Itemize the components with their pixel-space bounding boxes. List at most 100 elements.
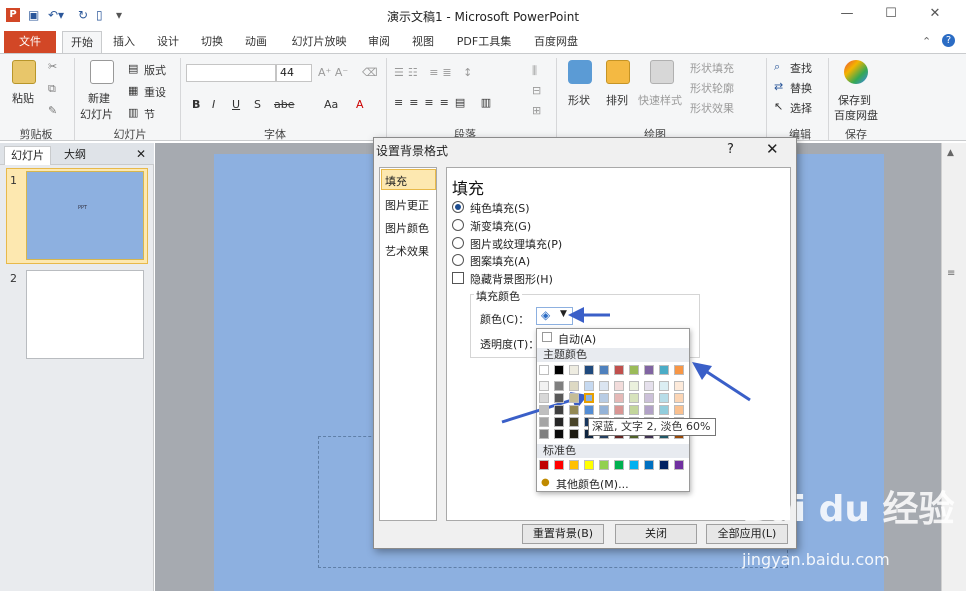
theme-color-swatch[interactable]: [659, 365, 669, 375]
theme-shade-swatch[interactable]: [659, 405, 669, 415]
close-pane-icon[interactable]: ✕: [136, 147, 146, 161]
theme-shade-swatch[interactable]: [569, 381, 579, 391]
list-icons[interactable]: ☰☷ ≡≣ ↕: [394, 66, 476, 79]
select-icon[interactable]: ↖: [774, 100, 783, 113]
theme-shade-swatch[interactable]: [584, 405, 594, 415]
arrange-icon[interactable]: [606, 60, 630, 84]
minimize-button[interactable]: —: [832, 6, 862, 26]
automatic-color-swatch[interactable]: [542, 332, 552, 342]
slide-thumbnail-1[interactable]: [26, 171, 144, 260]
tab-pdf-tools[interactable]: PDF工具集: [450, 31, 518, 53]
theme-shade-swatch[interactable]: [539, 405, 549, 415]
paste-icon[interactable]: [12, 60, 36, 84]
tab-review[interactable]: 审阅: [362, 31, 396, 53]
tab-file[interactable]: 文件: [4, 31, 56, 53]
solid-fill-radio[interactable]: [452, 201, 464, 213]
gradient-fill-label[interactable]: 渐变填充(G): [470, 218, 531, 234]
theme-shade-swatch[interactable]: [644, 393, 654, 403]
collapse-ribbon-icon[interactable]: ⌃: [922, 35, 931, 48]
arrange-button[interactable]: 排列: [606, 92, 628, 108]
maximize-button[interactable]: ☐: [876, 6, 906, 26]
tab-slides-pane[interactable]: 幻灯片: [4, 146, 51, 165]
theme-shade-swatch[interactable]: [569, 393, 579, 403]
font-color-icon[interactable]: A: [356, 98, 364, 111]
theme-shade-swatch[interactable]: [539, 393, 549, 403]
scroll-thumb[interactable]: ≡: [947, 268, 955, 279]
theme-shade-swatch[interactable]: [569, 405, 579, 415]
standard-color-swatch[interactable]: [584, 460, 594, 470]
shapes-button[interactable]: 形状: [568, 92, 590, 108]
theme-shade-swatch[interactable]: [554, 405, 564, 415]
bold-button[interactable]: B: [192, 98, 200, 111]
theme-shade-swatch[interactable]: [584, 393, 594, 403]
quick-styles-icon[interactable]: [650, 60, 674, 84]
standard-color-swatch[interactable]: [599, 460, 609, 470]
picture-fill-radio[interactable]: [452, 237, 464, 249]
theme-shade-swatch[interactable]: [554, 429, 564, 439]
align-icons[interactable]: ≡≡≡≡▤ ▥: [394, 96, 497, 109]
select-button[interactable]: 选择: [790, 100, 812, 116]
automatic-color-option[interactable]: 自动(A): [558, 331, 596, 347]
picture-fill-label[interactable]: 图片或纹理填充(P): [470, 236, 562, 252]
theme-shade-swatch[interactable]: [614, 381, 624, 391]
standard-color-swatch[interactable]: [569, 460, 579, 470]
tab-transitions[interactable]: 切换: [194, 31, 230, 53]
theme-shade-swatch[interactable]: [539, 429, 549, 439]
close-button[interactable]: 关闭: [615, 524, 697, 544]
standard-color-swatch[interactable]: [674, 460, 684, 470]
help-icon[interactable]: ?: [942, 34, 955, 47]
clear-format-icon[interactable]: ⌫: [362, 66, 378, 79]
theme-color-swatch[interactable]: [539, 365, 549, 375]
hide-background-checkbox[interactable]: [452, 272, 464, 284]
nav-item-picture-color[interactable]: 图片颜色: [385, 220, 429, 236]
theme-shade-swatch[interactable]: [674, 393, 684, 403]
tab-design[interactable]: 设计: [150, 31, 186, 53]
tab-view[interactable]: 视图: [406, 31, 440, 53]
copy-icon[interactable]: ⧉: [48, 82, 56, 96]
theme-shade-swatch[interactable]: [674, 405, 684, 415]
theme-shade-swatch[interactable]: [614, 405, 624, 415]
quick-styles-button[interactable]: 快速样式: [638, 92, 682, 108]
new-slide-button-line2[interactable]: 幻灯片: [80, 106, 113, 122]
tab-slideshow[interactable]: 幻灯片放映: [284, 31, 354, 53]
theme-shade-swatch[interactable]: [674, 381, 684, 391]
tab-outline-pane[interactable]: 大纲: [58, 146, 92, 165]
tab-baidu-netdisk[interactable]: 百度网盘: [528, 31, 584, 53]
dialog-close-button[interactable]: ✕: [766, 140, 779, 158]
save-to-button-line1[interactable]: 保存到: [838, 92, 871, 108]
theme-color-swatch[interactable]: [614, 365, 624, 375]
theme-shade-swatch[interactable]: [644, 381, 654, 391]
theme-shade-swatch[interactable]: [629, 405, 639, 415]
theme-shade-swatch[interactable]: [659, 381, 669, 391]
theme-color-swatch[interactable]: [674, 365, 684, 375]
nav-item-picture-corrections[interactable]: 图片更正: [385, 197, 429, 213]
theme-shade-swatch[interactable]: [554, 381, 564, 391]
theme-shade-swatch[interactable]: [599, 405, 609, 415]
theme-shade-swatch[interactable]: [599, 381, 609, 391]
shadow-button[interactable]: S: [254, 98, 261, 111]
theme-color-swatch[interactable]: [584, 365, 594, 375]
shapes-icon[interactable]: [568, 60, 592, 84]
section-icon[interactable]: ▥: [128, 106, 138, 119]
replace-button[interactable]: 替换: [790, 80, 812, 96]
theme-shade-swatch[interactable]: [554, 417, 564, 427]
shape-effects-button[interactable]: 形状效果: [690, 100, 734, 116]
solid-fill-label[interactable]: 纯色填充(S): [470, 200, 530, 216]
standard-color-swatch[interactable]: [659, 460, 669, 470]
theme-shade-swatch[interactable]: [569, 429, 579, 439]
baidu-netdisk-icon[interactable]: [844, 60, 868, 84]
standard-color-swatch[interactable]: [614, 460, 624, 470]
pattern-fill-label[interactable]: 图案填充(A): [470, 253, 530, 269]
save-to-button-line2[interactable]: 百度网盘: [834, 107, 878, 123]
new-slide-icon[interactable]: [90, 60, 114, 84]
find-button[interactable]: 查找: [790, 60, 812, 76]
italic-button[interactable]: I: [212, 98, 215, 111]
strikethrough-button[interactable]: abe: [274, 98, 295, 111]
format-painter-icon[interactable]: ✎: [48, 104, 57, 117]
gradient-fill-radio[interactable]: [452, 219, 464, 231]
theme-shade-swatch[interactable]: [599, 393, 609, 403]
change-case-button[interactable]: Aa: [324, 98, 338, 111]
theme-color-swatch[interactable]: [554, 365, 564, 375]
font-size-combo[interactable]: 44: [276, 64, 312, 82]
hide-background-label[interactable]: 隐藏背景图形(H): [470, 271, 553, 287]
